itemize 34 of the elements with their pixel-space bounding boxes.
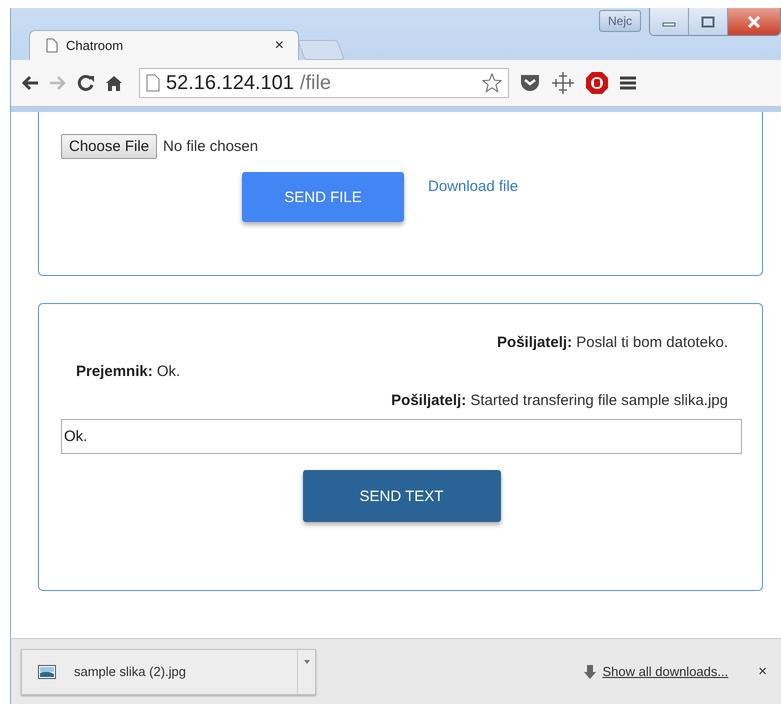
download-link[interactable]: Download file bbox=[428, 178, 518, 195]
tab-close-button[interactable]: × bbox=[274, 36, 284, 54]
file-status: No file chosen bbox=[163, 138, 258, 155]
tab-title: Chatroom bbox=[66, 38, 124, 53]
choose-file-button[interactable]: Choose File bbox=[61, 134, 158, 159]
download-item[interactable]: sample slika (2).jpg bbox=[21, 648, 316, 694]
send-text-button[interactable]: SEND TEXT bbox=[302, 470, 500, 522]
page-icon bbox=[46, 38, 58, 53]
menu-icon[interactable] bbox=[619, 75, 637, 91]
download-arrow-icon bbox=[584, 664, 596, 678]
user-badge[interactable]: Nejc bbox=[598, 10, 641, 32]
url-host[interactable]: 52.16.124.101 bbox=[166, 72, 294, 94]
image-file-icon bbox=[38, 664, 56, 678]
browser-tab[interactable]: Chatroom × bbox=[29, 30, 299, 60]
download-filename: sample slika (2).jpg bbox=[74, 664, 187, 679]
reload-icon[interactable] bbox=[77, 74, 95, 92]
pocket-icon[interactable] bbox=[519, 73, 541, 93]
chat-message: Pošiljatelj: Started transfering file sample slika.jpg bbox=[391, 392, 728, 409]
message-input[interactable]: Ok. bbox=[61, 419, 742, 454]
star-icon[interactable] bbox=[482, 73, 502, 93]
show-all-downloads-link[interactable]: Show all downloads... bbox=[602, 664, 728, 679]
maximize-icon[interactable] bbox=[689, 8, 728, 35]
chat-message: Prejemnik: Ok. bbox=[76, 363, 180, 380]
close-button[interactable]: × bbox=[758, 663, 767, 680]
send-file-button[interactable]: SEND FILE bbox=[242, 172, 404, 222]
back-arrow-icon[interactable] bbox=[21, 75, 39, 91]
url-path[interactable]: /file bbox=[300, 72, 476, 94]
crosshair-icon[interactable] bbox=[551, 71, 575, 95]
dropdown-caret-icon[interactable] bbox=[304, 660, 310, 664]
chat-message: Pošiljatelj: Poslal ti bom datoteko. bbox=[497, 334, 728, 351]
home-icon[interactable] bbox=[105, 74, 123, 92]
page-icon bbox=[146, 74, 160, 92]
close-icon[interactable] bbox=[728, 8, 780, 35]
minimize-icon[interactable] bbox=[650, 8, 689, 35]
